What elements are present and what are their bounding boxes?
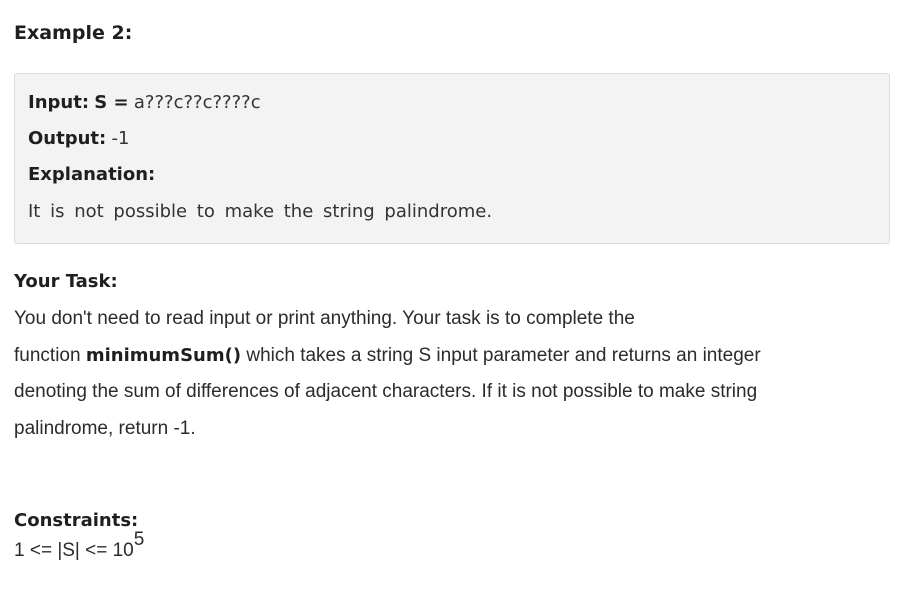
task-line-2-suffix: which takes a string S input parameter a… [241,344,761,366]
input-label: Input: [28,92,90,113]
task-heading: Your Task: [14,271,118,292]
task-line-3: denoting the sum of differences of adjac… [14,381,758,402]
constraints-text: 1 <= |S| <= 105 [14,530,144,562]
output-value: -1 [111,128,130,149]
example-box: Input: S = a???c??c????c Output: -1 Expl… [14,73,890,244]
output-label: Output: [28,128,107,149]
explanation-text: It is not possible to make the string pa… [28,201,493,222]
constraint-exponent: 5 [133,528,145,550]
constraint-expression: 1 <= |S| <= 10 [14,540,134,561]
output-line: Output: -1 [28,127,129,151]
task-description: You don't need to read input or print an… [14,301,892,447]
task-line-4: palindrome, return -1. [14,417,196,439]
input-value: a???c??c????c [133,92,261,113]
task-line-1: You don't need to read input or print an… [14,308,635,329]
task-line-2-prefix: function [14,344,86,366]
explanation-line: Explanation: [28,163,155,187]
explanation-label: Explanation: [28,164,156,185]
input-variable: S = [94,92,129,113]
input-line: Input: S = a???c??c????c [28,91,261,115]
example-heading: Example 2: [14,22,133,44]
function-name: minimumSum() [85,344,242,366]
task-line-2: function minimumSum() which takes a stri… [14,338,892,375]
constraints-heading: Constraints: [14,510,139,531]
